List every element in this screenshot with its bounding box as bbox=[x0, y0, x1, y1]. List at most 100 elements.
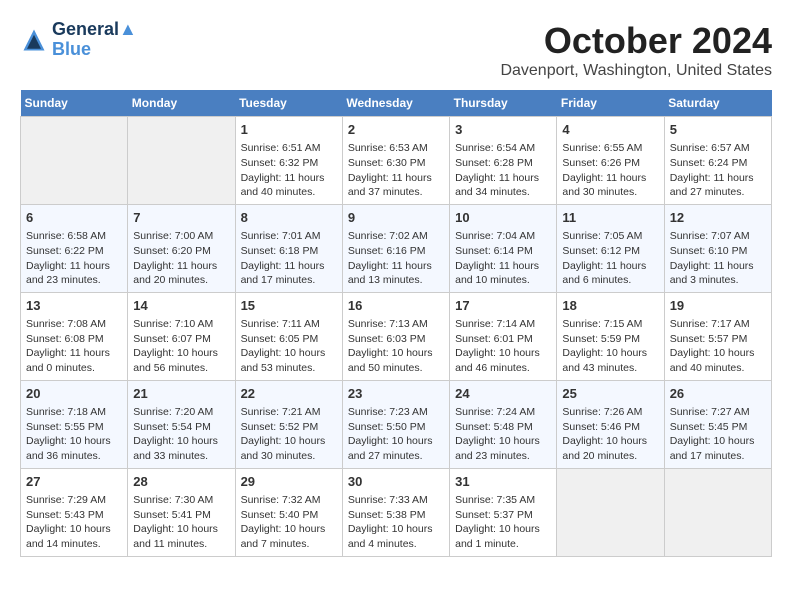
col-header-thursday: Thursday bbox=[450, 90, 557, 117]
daylight-text: Daylight: 11 hours and 40 minutes. bbox=[241, 171, 337, 200]
day-number: 3 bbox=[455, 121, 551, 139]
calendar-cell: 15Sunrise: 7:11 AMSunset: 6:05 PMDayligh… bbox=[235, 292, 342, 380]
sunset-text: Sunset: 5:46 PM bbox=[562, 420, 658, 435]
calendar-cell bbox=[664, 468, 771, 556]
col-header-wednesday: Wednesday bbox=[342, 90, 449, 117]
calendar-cell: 23Sunrise: 7:23 AMSunset: 5:50 PMDayligh… bbox=[342, 380, 449, 468]
day-number: 5 bbox=[670, 121, 766, 139]
calendar-week-3: 13Sunrise: 7:08 AMSunset: 6:08 PMDayligh… bbox=[21, 292, 772, 380]
calendar-cell: 6Sunrise: 6:58 AMSunset: 6:22 PMDaylight… bbox=[21, 204, 128, 292]
sunrise-text: Sunrise: 7:27 AM bbox=[670, 405, 766, 420]
day-number: 7 bbox=[133, 209, 229, 227]
sunset-text: Sunset: 5:55 PM bbox=[26, 420, 122, 435]
calendar-cell: 1Sunrise: 6:51 AMSunset: 6:32 PMDaylight… bbox=[235, 117, 342, 205]
sunrise-text: Sunrise: 6:53 AM bbox=[348, 141, 444, 156]
daylight-text: Daylight: 10 hours and 20 minutes. bbox=[562, 434, 658, 463]
sunrise-text: Sunrise: 7:08 AM bbox=[26, 317, 122, 332]
calendar-cell: 12Sunrise: 7:07 AMSunset: 6:10 PMDayligh… bbox=[664, 204, 771, 292]
sunset-text: Sunset: 5:45 PM bbox=[670, 420, 766, 435]
sunset-text: Sunset: 6:14 PM bbox=[455, 244, 551, 259]
sunset-text: Sunset: 6:20 PM bbox=[133, 244, 229, 259]
day-number: 4 bbox=[562, 121, 658, 139]
daylight-text: Daylight: 10 hours and 50 minutes. bbox=[348, 346, 444, 375]
daylight-text: Daylight: 11 hours and 17 minutes. bbox=[241, 259, 337, 288]
daylight-text: Daylight: 11 hours and 37 minutes. bbox=[348, 171, 444, 200]
daylight-text: Daylight: 11 hours and 0 minutes. bbox=[26, 346, 122, 375]
day-number: 16 bbox=[348, 297, 444, 315]
sunrise-text: Sunrise: 7:18 AM bbox=[26, 405, 122, 420]
page-header: General▲ Blue October 2024 Davenport, Wa… bbox=[20, 20, 772, 80]
daylight-text: Daylight: 11 hours and 30 minutes. bbox=[562, 171, 658, 200]
calendar-cell: 25Sunrise: 7:26 AMSunset: 5:46 PMDayligh… bbox=[557, 380, 664, 468]
logo: General▲ Blue bbox=[20, 20, 137, 60]
sunrise-text: Sunrise: 7:10 AM bbox=[133, 317, 229, 332]
sunset-text: Sunset: 6:26 PM bbox=[562, 156, 658, 171]
sunset-text: Sunset: 5:38 PM bbox=[348, 508, 444, 523]
sunset-text: Sunset: 6:10 PM bbox=[670, 244, 766, 259]
calendar-cell: 30Sunrise: 7:33 AMSunset: 5:38 PMDayligh… bbox=[342, 468, 449, 556]
calendar-table: SundayMondayTuesdayWednesdayThursdayFrid… bbox=[20, 90, 772, 557]
calendar-cell: 3Sunrise: 6:54 AMSunset: 6:28 PMDaylight… bbox=[450, 117, 557, 205]
daylight-text: Daylight: 10 hours and 27 minutes. bbox=[348, 434, 444, 463]
calendar-cell: 18Sunrise: 7:15 AMSunset: 5:59 PMDayligh… bbox=[557, 292, 664, 380]
calendar-week-2: 6Sunrise: 6:58 AMSunset: 6:22 PMDaylight… bbox=[21, 204, 772, 292]
calendar-cell: 11Sunrise: 7:05 AMSunset: 6:12 PMDayligh… bbox=[557, 204, 664, 292]
calendar-cell: 2Sunrise: 6:53 AMSunset: 6:30 PMDaylight… bbox=[342, 117, 449, 205]
sunset-text: Sunset: 6:08 PM bbox=[26, 332, 122, 347]
day-number: 2 bbox=[348, 121, 444, 139]
daylight-text: Daylight: 10 hours and 11 minutes. bbox=[133, 522, 229, 551]
sunset-text: Sunset: 6:16 PM bbox=[348, 244, 444, 259]
day-number: 30 bbox=[348, 473, 444, 491]
daylight-text: Daylight: 10 hours and 7 minutes. bbox=[241, 522, 337, 551]
calendar-cell: 21Sunrise: 7:20 AMSunset: 5:54 PMDayligh… bbox=[128, 380, 235, 468]
calendar-cell: 14Sunrise: 7:10 AMSunset: 6:07 PMDayligh… bbox=[128, 292, 235, 380]
daylight-text: Daylight: 11 hours and 3 minutes. bbox=[670, 259, 766, 288]
calendar-cell: 31Sunrise: 7:35 AMSunset: 5:37 PMDayligh… bbox=[450, 468, 557, 556]
daylight-text: Daylight: 10 hours and 23 minutes. bbox=[455, 434, 551, 463]
sunset-text: Sunset: 5:54 PM bbox=[133, 420, 229, 435]
sunrise-text: Sunrise: 7:32 AM bbox=[241, 493, 337, 508]
day-number: 10 bbox=[455, 209, 551, 227]
day-number: 19 bbox=[670, 297, 766, 315]
logo-icon bbox=[20, 26, 48, 54]
day-number: 28 bbox=[133, 473, 229, 491]
col-header-monday: Monday bbox=[128, 90, 235, 117]
sunset-text: Sunset: 5:52 PM bbox=[241, 420, 337, 435]
title-block: October 2024 Davenport, Washington, Unit… bbox=[500, 20, 772, 80]
daylight-text: Daylight: 11 hours and 34 minutes. bbox=[455, 171, 551, 200]
sunset-text: Sunset: 6:05 PM bbox=[241, 332, 337, 347]
col-header-friday: Friday bbox=[557, 90, 664, 117]
day-number: 8 bbox=[241, 209, 337, 227]
daylight-text: Daylight: 10 hours and 17 minutes. bbox=[670, 434, 766, 463]
sunset-text: Sunset: 6:28 PM bbox=[455, 156, 551, 171]
sunrise-text: Sunrise: 7:21 AM bbox=[241, 405, 337, 420]
sunset-text: Sunset: 6:18 PM bbox=[241, 244, 337, 259]
day-number: 26 bbox=[670, 385, 766, 403]
sunrise-text: Sunrise: 7:20 AM bbox=[133, 405, 229, 420]
day-number: 1 bbox=[241, 121, 337, 139]
location: Davenport, Washington, United States bbox=[500, 62, 772, 80]
daylight-text: Daylight: 10 hours and 33 minutes. bbox=[133, 434, 229, 463]
day-number: 22 bbox=[241, 385, 337, 403]
day-number: 17 bbox=[455, 297, 551, 315]
daylight-text: Daylight: 10 hours and 40 minutes. bbox=[670, 346, 766, 375]
calendar-cell: 24Sunrise: 7:24 AMSunset: 5:48 PMDayligh… bbox=[450, 380, 557, 468]
sunrise-text: Sunrise: 7:11 AM bbox=[241, 317, 337, 332]
sunrise-text: Sunrise: 6:55 AM bbox=[562, 141, 658, 156]
daylight-text: Daylight: 11 hours and 20 minutes. bbox=[133, 259, 229, 288]
sunset-text: Sunset: 5:37 PM bbox=[455, 508, 551, 523]
sunset-text: Sunset: 5:48 PM bbox=[455, 420, 551, 435]
sunrise-text: Sunrise: 7:14 AM bbox=[455, 317, 551, 332]
day-number: 11 bbox=[562, 209, 658, 227]
calendar-week-5: 27Sunrise: 7:29 AMSunset: 5:43 PMDayligh… bbox=[21, 468, 772, 556]
calendar-cell: 27Sunrise: 7:29 AMSunset: 5:43 PMDayligh… bbox=[21, 468, 128, 556]
calendar-cell: 22Sunrise: 7:21 AMSunset: 5:52 PMDayligh… bbox=[235, 380, 342, 468]
day-number: 14 bbox=[133, 297, 229, 315]
logo-text: General▲ Blue bbox=[52, 20, 137, 60]
day-number: 13 bbox=[26, 297, 122, 315]
sunrise-text: Sunrise: 6:57 AM bbox=[670, 141, 766, 156]
sunrise-text: Sunrise: 6:51 AM bbox=[241, 141, 337, 156]
daylight-text: Daylight: 11 hours and 13 minutes. bbox=[348, 259, 444, 288]
calendar-cell: 20Sunrise: 7:18 AMSunset: 5:55 PMDayligh… bbox=[21, 380, 128, 468]
day-number: 29 bbox=[241, 473, 337, 491]
